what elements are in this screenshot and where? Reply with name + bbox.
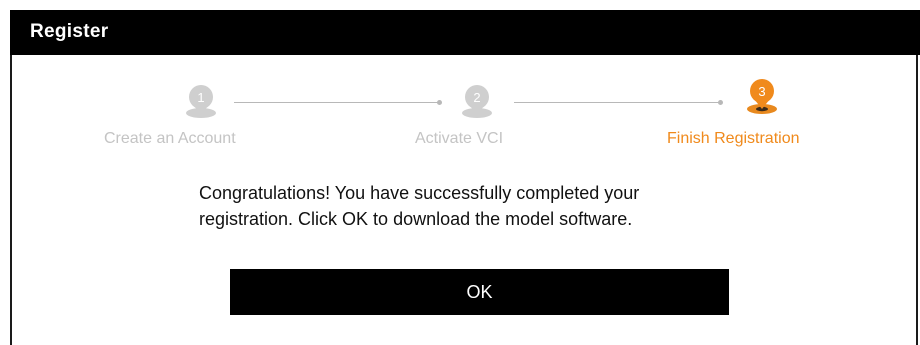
step-2-marker-icon: 2	[455, 80, 499, 120]
step-2-label: Activate VCI	[415, 130, 504, 147]
step-3-number: 3	[758, 84, 765, 99]
ok-button[interactable]: OK	[230, 269, 729, 315]
step-connector-2	[514, 100, 723, 105]
success-message-line-2: registration. Click OK to download the m…	[199, 209, 633, 229]
step-2-number: 2	[473, 90, 480, 105]
step-3-label: Finish Registration	[667, 130, 800, 147]
success-message: Congratulations! You have successfully c…	[199, 180, 799, 232]
register-dialog: Register 1 Create an Account 2 Activate …	[10, 10, 920, 345]
step-1-number: 1	[197, 90, 204, 105]
connector-endpoint	[437, 100, 442, 105]
step-1-label: Create an Account	[104, 130, 236, 147]
dialog-title: Register	[30, 21, 109, 42]
step-connector-1	[234, 100, 442, 105]
step-1-marker-icon: 1	[179, 80, 223, 120]
title-bar: Register	[10, 10, 920, 55]
success-message-line-1: Congratulations! You have successfully c…	[199, 183, 640, 203]
connector-endpoint	[718, 100, 723, 105]
step-3-marker-icon: 3	[740, 76, 784, 116]
